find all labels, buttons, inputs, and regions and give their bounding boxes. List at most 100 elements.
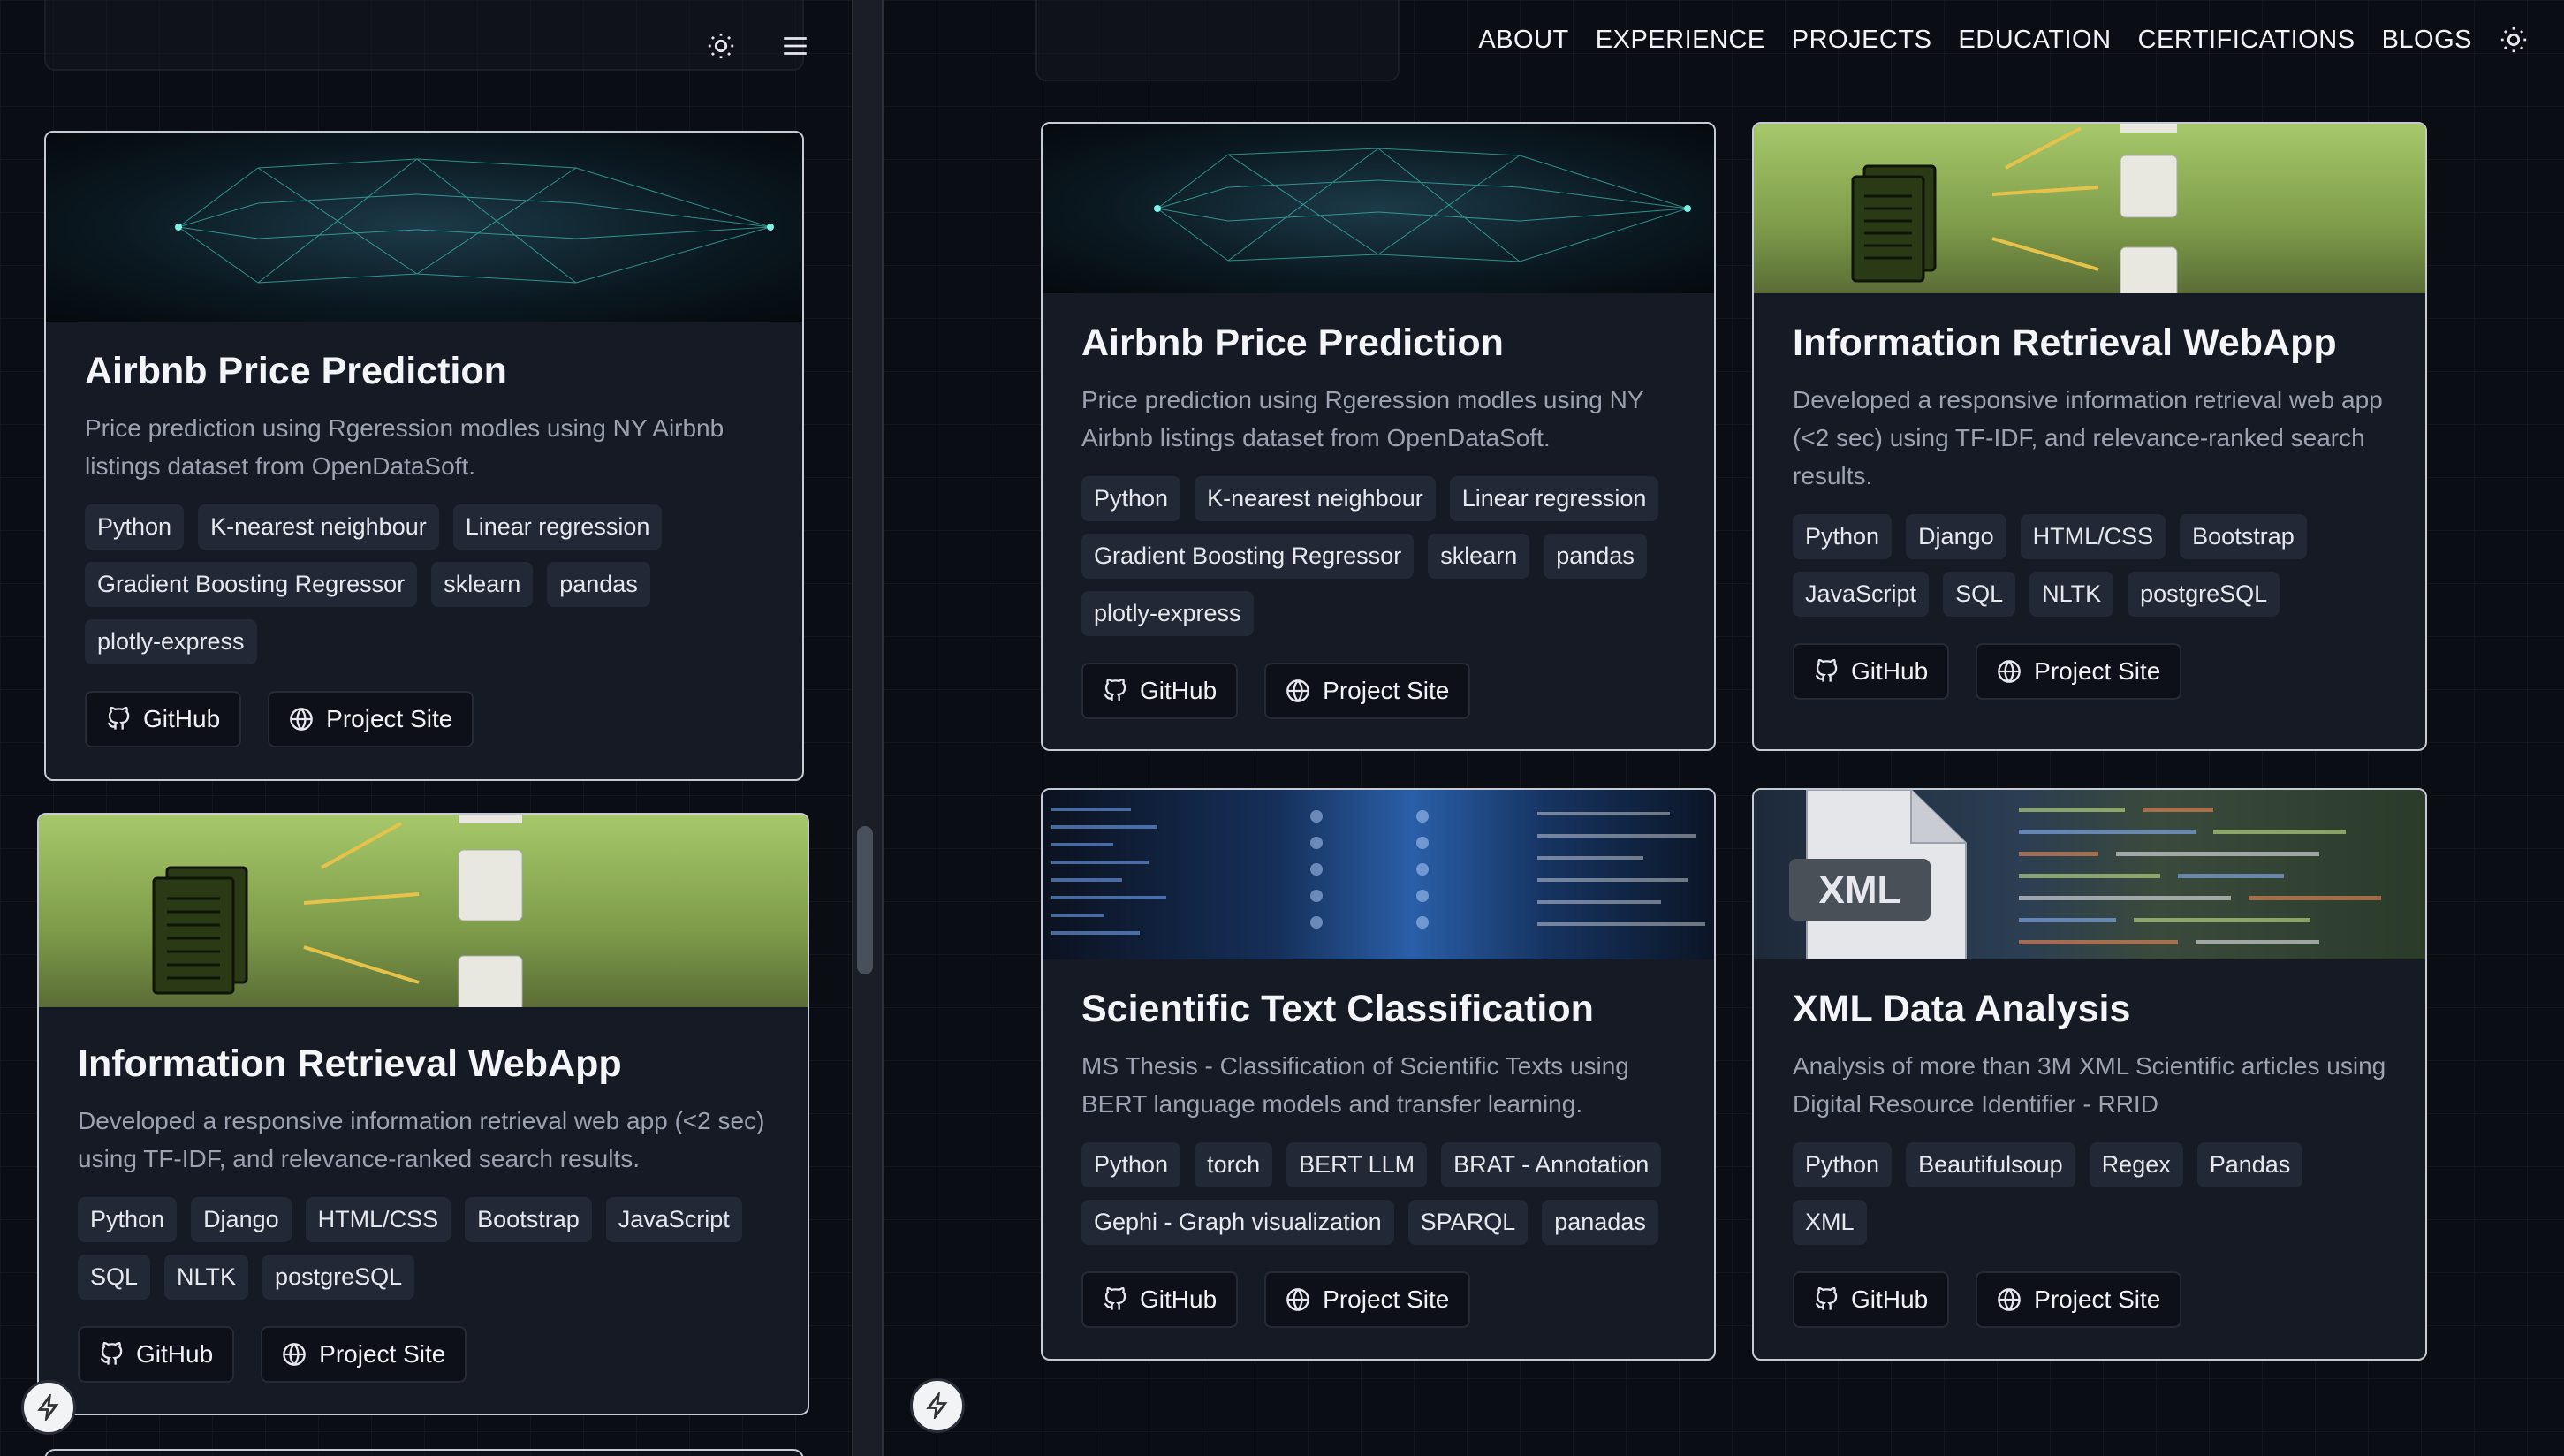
- tag-list: Python K-nearest neighbour Linear regres…: [85, 504, 763, 664]
- tag: pandas: [547, 562, 650, 607]
- menu-button[interactable]: [770, 21, 820, 71]
- project-site-button-label: Project Site: [2034, 657, 2161, 685]
- project-banner-documents: [1754, 124, 2425, 293]
- project-site-button[interactable]: Project Site: [268, 691, 474, 747]
- top-navigation: ABOUT EXPERIENCE PROJECTS EDUCATION CERT…: [1478, 25, 2529, 55]
- project-title: Airbnb Price Prediction: [85, 350, 507, 392]
- project-site-button-label: Project Site: [1323, 677, 1450, 704]
- project-banner-code-matrix: [1043, 790, 1714, 959]
- nav-about[interactable]: ABOUT: [1478, 26, 1568, 55]
- github-button[interactable]: GitHub: [78, 1326, 235, 1383]
- tag: HTML/CSS: [305, 1197, 451, 1242]
- sun-icon: [2500, 27, 2527, 53]
- tag: plotly-express: [85, 619, 257, 664]
- lightning-bolt-icon: [926, 1392, 948, 1419]
- neural-network-illustration: [1154, 148, 1691, 262]
- globe-icon: [290, 708, 313, 731]
- globe-icon: [1286, 1288, 1309, 1311]
- ghost-header-card: [1035, 0, 1400, 81]
- documents-illustration: [152, 815, 523, 1007]
- nav-education[interactable]: EDUCATION: [1958, 26, 2111, 55]
- project-banner-neural-network: [46, 133, 802, 322]
- project-site-button[interactable]: Project Site: [1264, 663, 1471, 719]
- nav-projects[interactable]: PROJECTS: [1792, 26, 1932, 55]
- project-site-button-label: Project Site: [1323, 1285, 1450, 1313]
- project-title: Scientific Text Classification: [1081, 988, 1594, 1030]
- tag: BRAT - Annotation: [1441, 1142, 1662, 1187]
- github-button-label: GitHub: [1851, 657, 1929, 685]
- tag-list: Python Django HTML/CSS Bootstrap JavaScr…: [1793, 514, 2386, 617]
- project-title: Information Retrieval WebApp: [78, 1043, 622, 1085]
- tag: K-nearest neighbour: [1195, 476, 1436, 521]
- tag: torch: [1195, 1142, 1273, 1187]
- tag: Gradient Boosting Regressor: [1081, 534, 1415, 579]
- tag: Linear regression: [452, 504, 663, 550]
- github-icon: [1104, 1287, 1126, 1310]
- project-description: MS Thesis - Classification of Scientific…: [1081, 1052, 1629, 1118]
- mobile-preview-pane: Airbnb Price Prediction Price prediction…: [0, 0, 852, 1456]
- tag: Python: [1793, 1142, 1893, 1187]
- neural-network-illustration: [175, 158, 774, 284]
- project-card-information-retrieval: Information Retrieval WebApp Developed a…: [37, 813, 809, 1415]
- xml-label: XML: [1819, 868, 1901, 912]
- github-button[interactable]: GitHub: [1081, 663, 1239, 719]
- theme-toggle-button[interactable]: [696, 21, 746, 71]
- bolt-badge[interactable]: [21, 1380, 76, 1435]
- tag: Python: [78, 1197, 178, 1242]
- project-site-button[interactable]: Project Site: [1264, 1271, 1471, 1328]
- bolt-badge[interactable]: [910, 1378, 965, 1433]
- lightning-bolt-icon: [37, 1394, 59, 1421]
- project-site-button[interactable]: Project Site: [1976, 643, 2182, 700]
- scrollbar-thumb[interactable]: [857, 826, 873, 974]
- project-banner-neural-network: [1043, 124, 1714, 293]
- theme-toggle-button[interactable]: [2499, 25, 2529, 55]
- tag: Python: [1081, 476, 1181, 521]
- tag: Gradient Boosting Regressor: [85, 562, 418, 607]
- project-description: Developed a responsive information retri…: [1793, 386, 2383, 489]
- globe-icon: [283, 1343, 306, 1366]
- tag: Bootstrap: [2180, 514, 2307, 559]
- hamburger-menu-icon: [784, 37, 807, 55]
- project-banner-xml: XML: [1754, 790, 2425, 959]
- tag: sklearn: [431, 562, 534, 607]
- github-icon: [1104, 679, 1126, 701]
- project-site-button-label: Project Site: [2034, 1285, 2161, 1313]
- github-button-label: GitHub: [143, 705, 221, 732]
- tag: pandas: [1544, 534, 1647, 579]
- tag: SPARQL: [1407, 1200, 1529, 1245]
- github-button-label: GitHub: [1140, 677, 1218, 704]
- tag: postgreSQL: [2128, 572, 2280, 617]
- desktop-preview-pane: ABOUT EXPERIENCE PROJECTS EDUCATION CERT…: [884, 0, 2564, 1456]
- github-icon: [1815, 659, 1838, 682]
- nav-experience[interactable]: EXPERIENCE: [1596, 26, 1765, 55]
- github-button-label: GitHub: [1851, 1285, 1929, 1313]
- pane-divider[interactable]: [852, 0, 884, 1456]
- github-button[interactable]: GitHub: [85, 691, 242, 747]
- tag-list: Python K-nearest neighbour Linear regres…: [1081, 476, 1675, 636]
- github-button[interactable]: GitHub: [1793, 643, 1950, 700]
- tag: Gephi - Graph visualization: [1081, 1200, 1394, 1245]
- project-description: Price prediction using Rgeression modles…: [1081, 386, 1644, 451]
- project-description: Analysis of more than 3M XML Scientific …: [1793, 1052, 2386, 1118]
- xml-file-illustration: XML: [1789, 790, 2381, 959]
- github-icon: [100, 1342, 123, 1365]
- project-card-information-retrieval: Information Retrieval WebApp Developed a…: [1752, 122, 2427, 751]
- github-button[interactable]: GitHub: [1793, 1271, 1950, 1328]
- code-matrix-illustration: [1051, 808, 1705, 935]
- github-button[interactable]: GitHub: [1081, 1271, 1239, 1328]
- github-button-label: GitHub: [1140, 1285, 1218, 1313]
- documents-illustration: [1851, 124, 2178, 293]
- next-card-peek: [44, 1449, 804, 1456]
- tag: NLTK: [2029, 572, 2114, 617]
- project-site-button[interactable]: Project Site: [261, 1326, 467, 1383]
- nav-certifications[interactable]: CERTIFICATIONS: [2138, 26, 2355, 55]
- nav-blogs[interactable]: BLOGS: [2382, 26, 2472, 55]
- tag: JavaScript: [605, 1197, 742, 1242]
- project-site-button[interactable]: Project Site: [1976, 1271, 2182, 1328]
- tag: SQL: [78, 1255, 151, 1300]
- tag: Beautifulsoup: [1906, 1142, 2075, 1187]
- github-icon: [1815, 1287, 1838, 1310]
- tag-list: Python Beautifulsoup Regex Pandas XML: [1793, 1142, 2386, 1245]
- project-card-xml: XML XML Data Analysis Analysis of more t…: [1752, 788, 2427, 1361]
- tag-list: Python Django HTML/CSS Bootstrap JavaScr…: [78, 1197, 769, 1300]
